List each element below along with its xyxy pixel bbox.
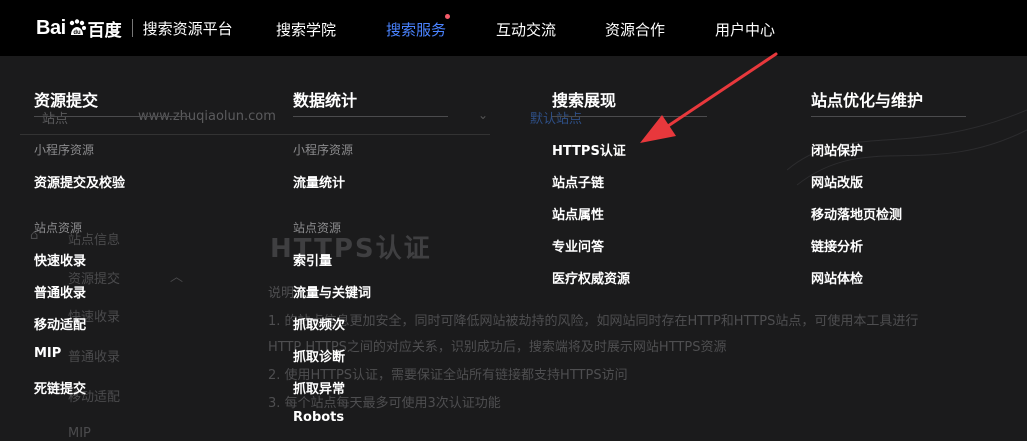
- group-label: 小程序资源: [293, 143, 354, 157]
- menu-item-mip[interactable]: MIP: [34, 346, 61, 361]
- menu-column-title: 资源提交: [34, 91, 99, 110]
- menu-item-site-revision[interactable]: 网站改版: [811, 172, 863, 191]
- menu-column-title: 站点优化与维护: [811, 91, 924, 110]
- group-label: 站点资源: [293, 221, 342, 235]
- menu-item-traffic-keywords[interactable]: 流量与关键词: [293, 282, 371, 301]
- nav-resource-cooperation[interactable]: 资源合作: [605, 19, 665, 40]
- menu-item-normal-indexing[interactable]: 普通收录: [34, 282, 86, 301]
- menu-item-crawl-frequency[interactable]: 抓取频次: [293, 314, 345, 333]
- menu-item-crawl-errors[interactable]: 抓取异常: [293, 378, 345, 397]
- side-nav-item: MIP: [68, 426, 91, 441]
- nav-search-academy[interactable]: 搜索学院: [276, 19, 336, 40]
- nav-user-center[interactable]: 用户中心: [715, 19, 775, 40]
- group-label: 站点资源: [34, 221, 83, 235]
- menu-item-robots[interactable]: Robots: [293, 410, 344, 425]
- menu-item-link-analysis[interactable]: 链接分析: [811, 236, 863, 255]
- nav-interaction[interactable]: 互动交流: [496, 19, 556, 40]
- intro-label: 说明: [268, 286, 295, 301]
- menu-item-mobile-landing-check[interactable]: 移动落地页检测: [811, 204, 902, 223]
- logo-text: Bai: [36, 16, 66, 39]
- menu-item-site-attributes[interactable]: 站点属性: [552, 204, 604, 223]
- column-divider: [293, 116, 448, 117]
- menu-item-mobile-adaptation[interactable]: 移动适配: [34, 314, 86, 333]
- menu-item-resource-submit-verify[interactable]: 资源提交及校验: [34, 172, 125, 191]
- column-divider: [552, 116, 707, 117]
- description-line: 1. 的站点信息更加安全，同时可降低网站被劫持的风险，如网站同时存在HTTP和H…: [268, 314, 919, 329]
- menu-item-medical-authority[interactable]: 医疗权威资源: [552, 268, 630, 287]
- menu-item-traffic-stats[interactable]: 流量统计: [293, 172, 345, 191]
- column-divider: [34, 116, 189, 117]
- menu-column-title: 搜索展现: [552, 91, 617, 110]
- menu-item-site-closure-protection[interactable]: 闭站保护: [811, 140, 863, 159]
- column-divider: [811, 116, 966, 117]
- logo-divider: [131, 19, 133, 37]
- menu-item-https-verification[interactable]: HTTPS认证: [552, 140, 626, 159]
- menu-item-dead-link-submit[interactable]: 死链提交: [34, 378, 86, 397]
- paw-icon: du: [69, 19, 86, 36]
- side-nav-item: 普通收录: [68, 350, 121, 365]
- logo-chinese-text: 百度: [87, 20, 122, 40]
- nav-search-services[interactable]: 搜索服务: [386, 19, 446, 40]
- menu-column-title: 数据统计: [293, 91, 358, 110]
- menu-item-professional-qa[interactable]: 专业问答: [552, 236, 604, 255]
- menu-item-crawl-diagnosis[interactable]: 抓取诊断: [293, 346, 345, 365]
- svg-text:du: du: [73, 30, 81, 36]
- chevron-up-icon: ︿: [170, 270, 184, 285]
- menu-item-site-health-check[interactable]: 网站体检: [811, 268, 863, 287]
- baidu-logo[interactable]: Bai du 百度 搜索资源平台: [36, 14, 233, 42]
- platform-title: 搜索资源平台: [142, 19, 233, 38]
- menu-item-site-sublinks[interactable]: 站点子链: [552, 172, 604, 191]
- chevron-down-icon: ⌄: [478, 108, 489, 122]
- menu-item-index-volume[interactable]: 索引量: [293, 250, 332, 269]
- top-navigation-bar: Bai du 百度 搜索资源平台 搜索学院 搜索服务 互动交流 资源合作 用户中…: [0, 0, 1027, 56]
- menu-item-fast-indexing[interactable]: 快速收录: [34, 250, 86, 269]
- notification-dot: [445, 14, 450, 19]
- group-label: 小程序资源: [34, 143, 95, 157]
